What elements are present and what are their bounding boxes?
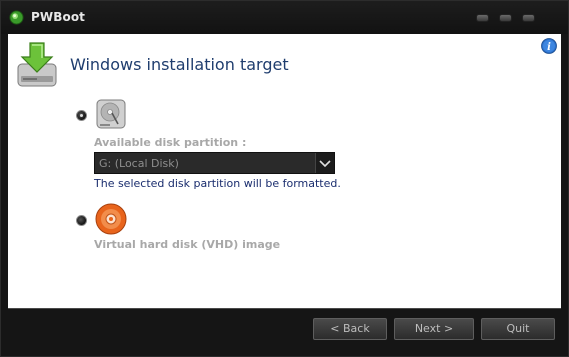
disc-icon <box>95 203 127 235</box>
pwboot-window: PWBoot i Windows installation target Ava… <box>0 0 569 357</box>
next-button[interactable]: Next > <box>394 318 474 340</box>
disk-partition-label: Available disk partition : <box>94 136 247 149</box>
disk-partition-value: G: (Local Disk) <box>99 157 179 170</box>
content-panel: i Windows installation target Available … <box>8 34 561 308</box>
close-button[interactable] <box>522 14 535 22</box>
dropdown-arrow[interactable] <box>315 153 334 173</box>
vhd-radio[interactable] <box>76 215 87 226</box>
back-button[interactable]: < Back <box>313 318 387 340</box>
maximize-button[interactable] <box>499 14 512 22</box>
hdd-download-icon <box>17 42 57 87</box>
info-icon[interactable]: i <box>541 38 557 54</box>
window-title: PWBoot <box>31 10 86 24</box>
hard-disk-icon <box>96 99 126 129</box>
page-title: Windows installation target <box>70 55 289 74</box>
title-bar[interactable]: PWBoot <box>1 1 568 34</box>
minimize-button[interactable] <box>476 14 489 22</box>
format-warning: The selected disk partition will be form… <box>94 177 341 190</box>
disk-partition-radio[interactable] <box>76 110 87 121</box>
chevron-down-icon <box>319 160 331 168</box>
footer-divider <box>8 308 561 309</box>
disk-partition-select[interactable]: G: (Local Disk) <box>94 152 335 174</box>
svg-text:i: i <box>547 42 551 53</box>
vhd-label: Virtual hard disk (VHD) image <box>94 238 281 251</box>
quit-button[interactable]: Quit <box>481 318 555 340</box>
pwboot-app-icon <box>9 10 24 25</box>
